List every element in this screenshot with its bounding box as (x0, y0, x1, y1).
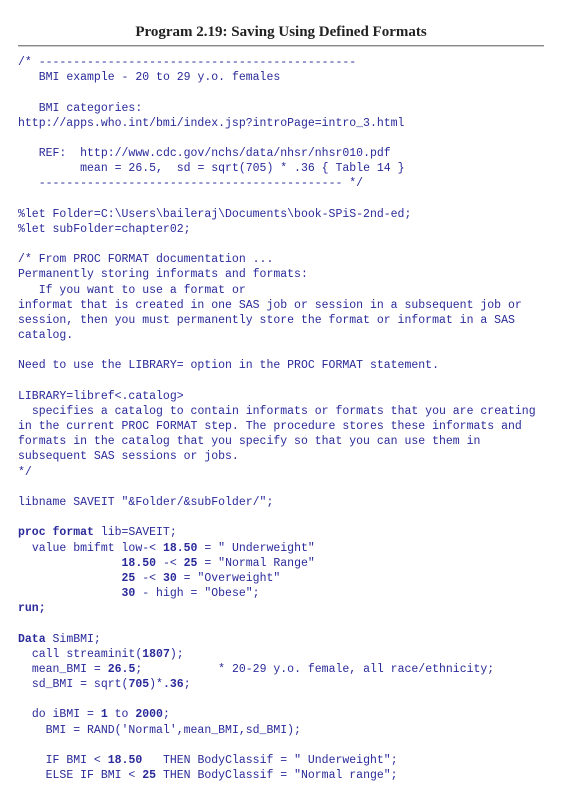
number: 25 (184, 557, 198, 570)
code-line: ----------------------------------------… (18, 177, 363, 190)
code-line: /* From PROC FORMAT documentation ... (18, 253, 273, 266)
number: 30 (122, 587, 136, 600)
code-text: - high = "Obese"; (135, 587, 259, 600)
code-text: lib=SAVEIT; (94, 526, 177, 539)
code-text (18, 557, 122, 570)
code-text: ); (170, 648, 184, 661)
code-text: ELSE IF BMI < (18, 769, 142, 782)
code-text: ; * 20-29 y.o. female, all race/ethnicit… (135, 663, 494, 676)
code-text: = " Underweight" (197, 542, 314, 555)
code-text: mean_BMI = (18, 663, 108, 676)
code-line: */ (18, 466, 32, 479)
code-text: SimBMI; (46, 633, 101, 646)
number: 18.50 (122, 557, 157, 570)
code-line: libname SAVEIT "&Folder/&subFolder/"; (18, 496, 273, 509)
code-text: call streaminit( (18, 648, 142, 661)
code-text: THEN BodyClassif = " Underweight"; (142, 754, 397, 767)
code-line: BMI = RAND('Normal',mean_BMI,sd_BMI); (18, 724, 301, 737)
code-text: = "Normal Range" (197, 557, 314, 570)
keyword: Data (18, 633, 46, 646)
keyword: proc (18, 526, 46, 539)
code-line: %let subFolder=chapter02; (18, 223, 191, 236)
number: 1807 (142, 648, 170, 661)
keyword: run; (18, 602, 46, 615)
code-line: LIBRARY=libref<.catalog> (18, 390, 184, 403)
code-text: ; (163, 708, 170, 721)
number: 30 (163, 572, 177, 585)
code-line: informat that is created in one SAS job … (18, 299, 529, 342)
number: 2000 (135, 708, 163, 721)
code-block: /* -------------------------------------… (18, 55, 544, 783)
code-line: mean = 26.5, sd = sqrt(705) * .36 { Tabl… (18, 162, 404, 175)
code-line: BMI categories: (18, 102, 142, 115)
code-text: value bmifmt low-< (18, 542, 163, 555)
code-text: to (108, 708, 136, 721)
code-line: Permanently storing informats and format… (18, 268, 308, 281)
code-line: /* -------------------------------------… (18, 56, 356, 69)
code-text: do iBMI = (18, 708, 101, 721)
code-line: REF: http://www.cdc.gov/nchs/data/nhsr/n… (18, 147, 391, 160)
number: 1 (101, 708, 108, 721)
code-text: ; (184, 678, 191, 691)
code-text: )* (149, 678, 163, 691)
number: 705 (128, 678, 149, 691)
number: 18.50 (163, 542, 198, 555)
code-line: If you want to use a format or (18, 284, 246, 297)
code-line: %let Folder=C:\Users\baileraj\Documents\… (18, 208, 411, 221)
divider-bottom (18, 46, 544, 47)
keyword: format (46, 526, 94, 539)
code-line: Need to use the LIBRARY= option in the P… (18, 359, 439, 372)
code-text: -< (135, 572, 163, 585)
code-line: specifies a catalog to contain informats… (18, 405, 543, 464)
number: 25 (142, 769, 156, 782)
code-text: = "Overweight" (177, 572, 281, 585)
program-title: Program 2.19: Saving Using Defined Forma… (18, 24, 544, 41)
number: 25 (122, 572, 136, 585)
number: 26.5 (108, 663, 136, 676)
code-line: http://apps.who.int/bmi/index.jsp?introP… (18, 117, 404, 130)
code-text: sd_BMI = sqrt( (18, 678, 128, 691)
number: .36 (163, 678, 184, 691)
code-text (18, 572, 122, 585)
code-text (18, 587, 122, 600)
code-text: -< (156, 557, 184, 570)
number: 18.50 (108, 754, 143, 767)
code-line: BMI example - 20 to 29 y.o. females (18, 71, 280, 84)
code-text: THEN BodyClassif = "Normal range"; (156, 769, 398, 782)
code-text: IF BMI < (18, 754, 108, 767)
